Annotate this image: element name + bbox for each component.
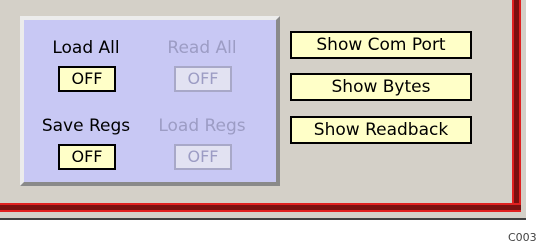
show-com-port-button[interactable]: Show Com Port [290, 31, 472, 59]
load-regs-toggle: OFF [174, 144, 232, 170]
load-regs-label: Load Regs [158, 116, 246, 136]
show-readback-button[interactable]: Show Readback [290, 116, 472, 144]
save-regs-toggle[interactable]: OFF [58, 144, 116, 170]
read-all-label: Read All [167, 38, 237, 58]
app-window: Load All Read All OFF OFF Save Regs Load… [0, 0, 526, 220]
read-all-toggle: OFF [174, 66, 232, 92]
window-frame-right [512, 0, 521, 212]
show-bytes-button[interactable]: Show Bytes [290, 73, 472, 101]
load-all-label: Load All [52, 38, 120, 58]
figure-code-label: C003 [508, 231, 537, 244]
load-all-toggle[interactable]: OFF [58, 66, 116, 92]
window-frame-bottom [0, 203, 521, 212]
save-regs-label: Save Regs [41, 116, 131, 136]
register-control-panel: Load All Read All OFF OFF Save Regs Load… [20, 16, 280, 186]
